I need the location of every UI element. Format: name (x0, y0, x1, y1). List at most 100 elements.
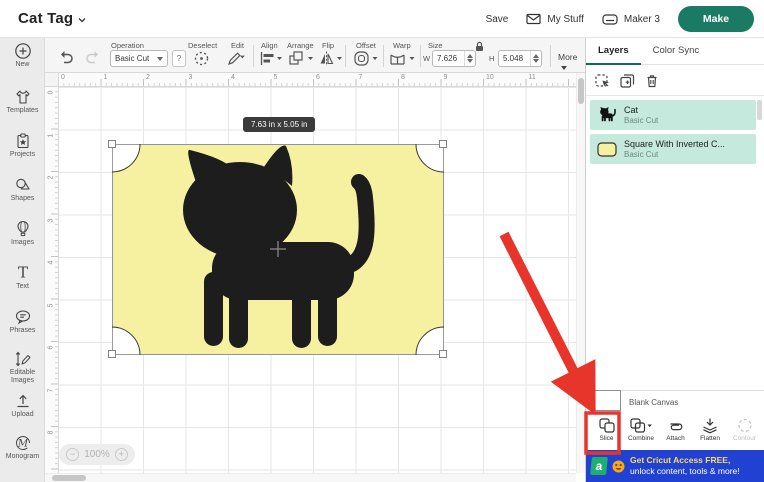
edit-button[interactable] (226, 50, 252, 67)
align-button[interactable] (259, 50, 283, 67)
lock-icon[interactable] (474, 41, 485, 52)
layer-row-cat[interactable]: Cat Basic Cut (590, 100, 756, 130)
ruler-left-number: 6 (48, 343, 55, 353)
project-title-menu[interactable]: Cat Tag (18, 10, 87, 27)
more-button[interactable]: More (558, 52, 585, 72)
deselect-label: Deselect (188, 41, 217, 50)
tab-layers[interactable]: Layers (586, 38, 641, 65)
ruler-top-number: 1 (104, 74, 108, 81)
canvas-vertical-scrollbar[interactable] (576, 73, 585, 473)
flatten-icon (701, 417, 719, 434)
square-layer-thumbnail (597, 142, 617, 157)
zoom-level: 100% (84, 449, 110, 460)
selected-design[interactable] (112, 144, 444, 355)
smiley-emoji-icon (612, 460, 625, 473)
select-all-button[interactable] (594, 73, 610, 89)
my-stuff-label: My Stuff (547, 14, 584, 25)
sidebar-item-label: Images (0, 239, 45, 247)
selection-handle-top-left[interactable] (108, 140, 116, 148)
flatten-button[interactable]: Flatten (694, 414, 727, 450)
machine-selector[interactable]: Maker 3 (602, 14, 660, 25)
contour-icon (736, 417, 754, 434)
contour-button[interactable]: Contour (728, 414, 761, 450)
tab-color-sync[interactable]: Color Sync (641, 38, 711, 65)
combine-icon (629, 417, 653, 434)
chevron-down-icon (77, 16, 87, 24)
more-label: More (558, 52, 577, 62)
stepper-down-icon (467, 59, 473, 63)
layer-tools (586, 66, 764, 96)
operation-help-button[interactable]: ? (172, 50, 186, 67)
sidebar-item-phrases[interactable]: Phrases (0, 308, 45, 335)
ruler-corner (45, 73, 59, 87)
height-stepper[interactable] (530, 51, 541, 66)
offset-button[interactable] (353, 50, 379, 67)
edit-toolbar: Operation Basic Cut ? Deselect Edit Alig… (45, 38, 585, 73)
sidebar-item-text[interactable]: T Text (0, 264, 45, 291)
height-field[interactable]: 5.048 (498, 50, 542, 67)
cat-layer-thumbnail (598, 107, 616, 123)
attach-button[interactable]: Attach (659, 414, 692, 450)
size-tooltip: 7.63 in x 5.05 in (243, 117, 315, 132)
canvas-horizontal-scrollbar[interactable] (45, 473, 576, 482)
make-button[interactable]: Make (678, 6, 754, 32)
selection-handle-bottom-right[interactable] (439, 350, 447, 358)
flip-icon (318, 50, 344, 67)
duplicate-icon (619, 73, 635, 89)
selection-handle-top-right[interactable] (439, 140, 447, 148)
selection-handle-bottom-left[interactable] (108, 350, 116, 358)
arrange-button[interactable] (288, 50, 314, 67)
operation-select[interactable]: Basic Cut (110, 50, 168, 67)
arrange-label: Arrange (287, 41, 314, 50)
zoom-in-button[interactable]: + (115, 448, 128, 461)
sidebar-item-shapes[interactable]: Shapes (0, 176, 45, 203)
combine-button[interactable]: Combine (625, 414, 658, 450)
layer-name: Cat (624, 105, 658, 116)
templates-shirt-icon (14, 88, 32, 106)
sidebar-item-upload[interactable]: Upload (0, 392, 45, 419)
save-button[interactable]: Save (486, 14, 509, 25)
svg-text:M: M (16, 439, 28, 450)
my-stuff-button[interactable]: My Stuff (526, 13, 584, 25)
machine-label: Maker 3 (624, 14, 660, 25)
undo-button[interactable] (58, 50, 75, 64)
slice-button[interactable]: Slice (590, 414, 623, 450)
slice-icon (598, 417, 616, 434)
caret-down-icon (157, 57, 163, 61)
delete-button[interactable] (644, 73, 660, 89)
shapes-icon (14, 176, 32, 194)
ruler-left-number: 8 (48, 428, 55, 438)
deselect-button[interactable] (193, 50, 210, 67)
ruler-top-number: 7 (359, 74, 363, 81)
sidebar-item-new[interactable]: New (0, 42, 45, 69)
duplicate-button[interactable] (619, 73, 635, 89)
ruler-left-number: 4 (48, 258, 55, 268)
width-field[interactable]: 7.626 (432, 50, 476, 67)
layer-action-bar: Slice Combine Attach Flatten Contour (588, 414, 763, 450)
ruler-top-number: 3 (189, 74, 193, 81)
projects-clipboard-icon (14, 132, 32, 150)
sidebar-item-images[interactable]: Images (0, 220, 45, 247)
ruler-top-number: 4 (231, 74, 235, 81)
sidebar-item-monogram[interactable]: M Monogram (0, 434, 45, 461)
warp-button[interactable] (389, 50, 416, 67)
cricut-access-banner[interactable]: a Get Cricut Access FREE, unlock content… (586, 450, 764, 482)
height-value: 5.048 (499, 54, 530, 63)
ruler-left-number: 3 (48, 215, 55, 225)
sidebar-item-editable-images[interactable]: Editable Images (0, 350, 45, 385)
scrollbar-thumb[interactable] (52, 475, 86, 481)
scrollbar-thumb[interactable] (578, 78, 584, 104)
width-stepper[interactable] (464, 51, 475, 66)
redo-button[interactable] (84, 50, 101, 64)
ruler-left: 012345678 (45, 87, 59, 473)
design-canvas[interactable]: 01234567891011 012345678 (45, 73, 585, 482)
stepper-up-icon (467, 54, 473, 58)
layer-row-square[interactable]: Square With Inverted C... Basic Cut (590, 134, 756, 164)
flip-button[interactable] (318, 50, 344, 67)
blank-canvas-row[interactable]: Blank Canvas (586, 390, 764, 414)
sidebar-item-templates[interactable]: Templates (0, 88, 45, 115)
sidebar-item-projects[interactable]: Projects (0, 132, 45, 159)
warp-label: Warp (393, 41, 411, 50)
zoom-out-button[interactable]: − (66, 448, 79, 461)
panel-scrollbar-thumb[interactable] (757, 100, 762, 120)
